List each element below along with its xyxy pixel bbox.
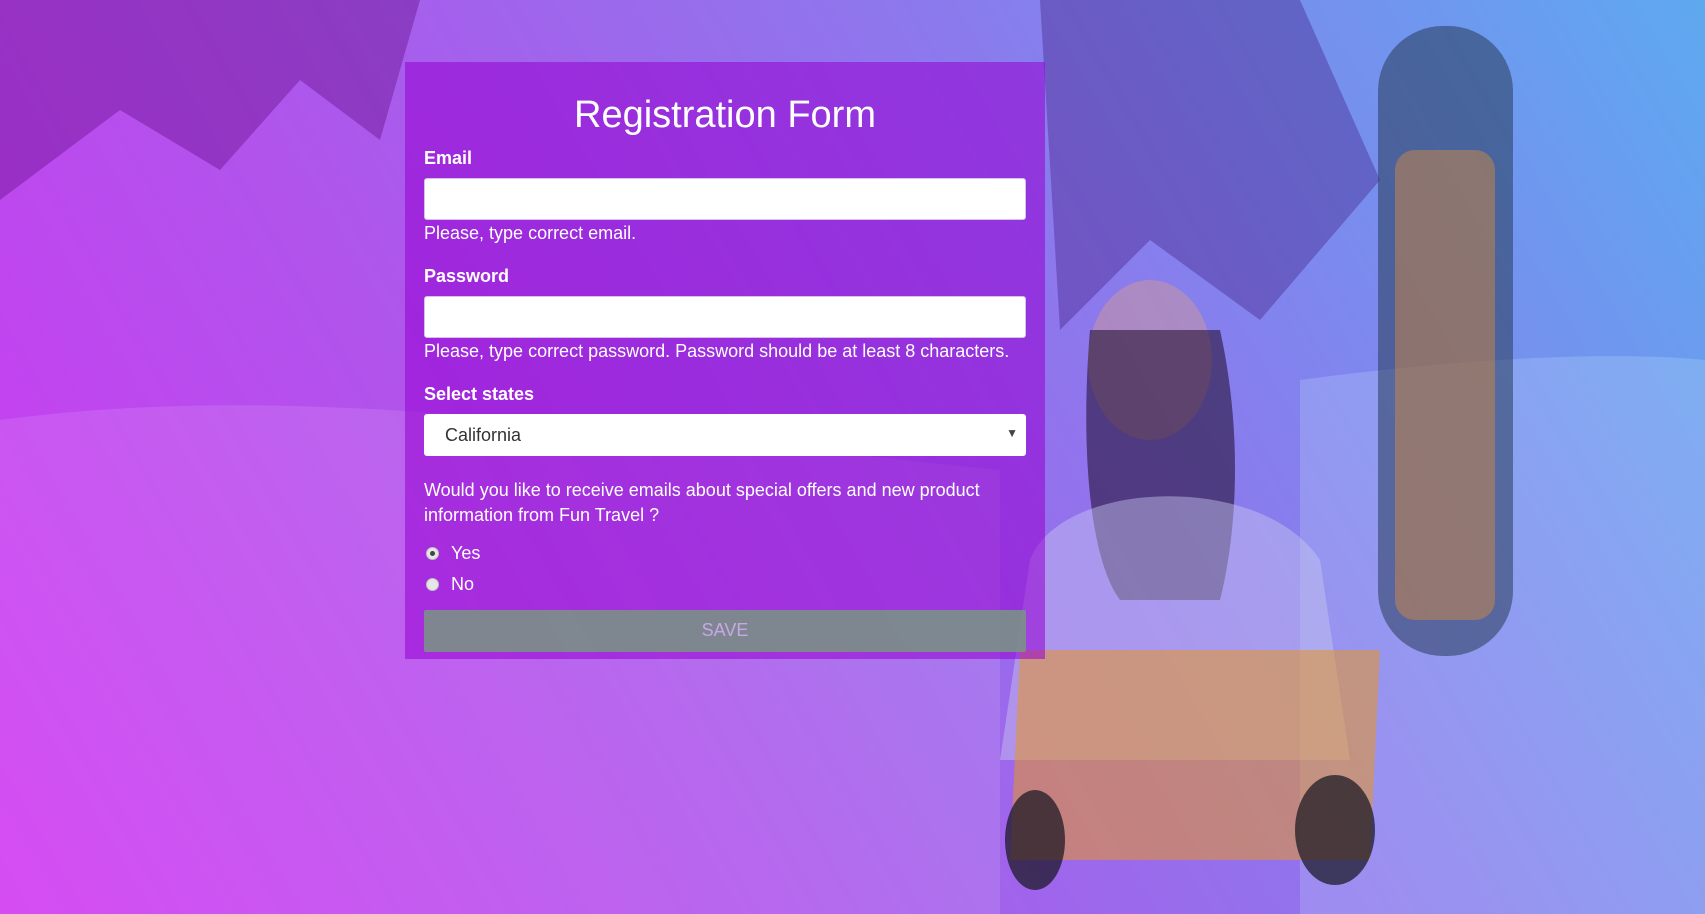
states-label: Select states — [424, 384, 535, 405]
offers-question: Would you like to receive emails about s… — [424, 479, 980, 525]
email-field[interactable] — [424, 177, 1026, 220]
password-hint: Please, type correct password. Password … — [424, 340, 1010, 361]
mountain-rock-right — [1040, 0, 1380, 330]
offers-option-yes[interactable]: Yes — [424, 538, 1026, 569]
offers-option-no[interactable]: No — [424, 569, 1026, 600]
states-selected-value: California — [445, 424, 522, 445]
snowboard-pattern — [1395, 150, 1495, 620]
chevron-down-icon: ▼ — [1006, 425, 1018, 440]
radio-no-label[interactable]: No — [451, 574, 474, 595]
save-button[interactable]: SAVE — [424, 609, 1026, 652]
password-group: Password Please, type correct password. … — [424, 266, 1026, 362]
radio-no[interactable] — [426, 577, 439, 591]
person-boot-left — [1005, 790, 1065, 890]
password-field[interactable] — [424, 295, 1026, 338]
states-group: Select states California ▼ — [424, 384, 1026, 456]
states-select[interactable]: California ▼ — [424, 413, 1026, 456]
password-label: Password — [424, 266, 510, 287]
page: Registration Form Email Please, type cor… — [0, 0, 1705, 914]
registration-form: Registration Form Email Please, type cor… — [405, 62, 1045, 659]
person-boot-right — [1295, 775, 1375, 885]
radio-yes[interactable] — [426, 546, 439, 560]
form-title: Registration Form — [574, 94, 876, 136]
email-group: Email Please, type correct email. — [424, 148, 1026, 244]
email-label: Email — [424, 148, 473, 168]
radio-yes-label[interactable]: Yes — [451, 543, 480, 564]
mountain-rock — [0, 0, 420, 200]
email-hint: Please, type correct email. — [424, 222, 637, 243]
